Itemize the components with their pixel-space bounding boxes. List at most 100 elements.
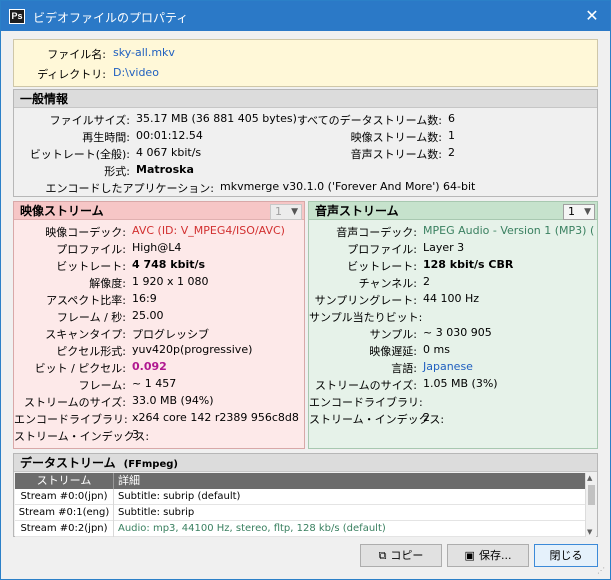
table-row[interactable]: Stream #0:1(eng) Subtitle: subrip <box>15 505 586 521</box>
video-codec-label: 映像コーデック: <box>45 226 126 239</box>
data-streams-header: データストリーム (FFmpeg) <box>14 454 597 472</box>
scan-type-label: スキャンタイプ: <box>45 328 126 341</box>
resize-grip-icon[interactable]: ⋰ <box>597 566 607 576</box>
all-streams-value: 6 <box>448 112 455 125</box>
audio-stream-size-value: 1.05 MB (3%) <box>423 377 498 390</box>
audio-stream-selector[interactable]: 1 ▼ <box>563 204 595 220</box>
resolution-value: 1 920 x 1 080 <box>132 275 209 288</box>
save-icon: ▣ <box>464 549 475 562</box>
aspect-ratio-value: 16:9 <box>132 292 157 305</box>
sampling-rate-label: サンプリングレート: <box>314 294 417 307</box>
data-streams-subtitle: (FFmpeg) <box>123 459 178 470</box>
audio-stream-section: 音声ストリーム 1 ▼ 音声コーデック: MPEG Audio - Versio… <box>308 201 598 449</box>
file-size-label: ファイルサイズ: <box>49 114 130 127</box>
stream-id-cell: Stream #0:2(jpn) <box>15 521 114 537</box>
stream-detail-cell: Audio: mp3, 44100 Hz, stereo, fltp, 128 … <box>118 523 386 534</box>
chevron-down-icon: ▼ <box>291 207 298 217</box>
frames-label: フレーム: <box>78 379 126 392</box>
bits-per-pixel-label: ビット / ピクセル: <box>34 362 126 375</box>
file-size-value: 35.17 MB (36 881 405 bytes) <box>136 112 297 125</box>
directory-label: ディレクトリ: <box>37 68 106 81</box>
frame-rate-label: フレーム / 秒: <box>56 311 126 324</box>
audio-codec-label: 音声コーデック: <box>336 226 417 239</box>
video-profile-value: High@L4 <box>132 241 182 254</box>
scroll-down-icon[interactable]: ▼ <box>587 528 592 536</box>
table-header: ストリーム 詳細 <box>15 473 586 489</box>
audio-stream-selector-value: 1 <box>568 205 575 218</box>
frame-rate-value: 25.00 <box>132 309 164 322</box>
audio-codec-value: MPEG Audio - Version 1 (MP3) (ID: ... <box>423 224 595 237</box>
stream-id-cell: Stream #0:0(jpn) <box>15 489 114 505</box>
sampling-rate-value: 44 100 Hz <box>423 292 480 305</box>
pixel-format-label: ピクセル形式: <box>56 345 126 358</box>
video-stream-header: 映像ストリーム <box>14 202 304 220</box>
video-delay-value: 0 ms <box>423 343 450 356</box>
all-streams-label: すべてのデータストリーム数: <box>296 114 442 127</box>
column-header-detail[interactable]: 詳細 <box>118 473 140 489</box>
video-delay-label: 映像遅延: <box>369 345 417 358</box>
format-value: Matroska <box>136 163 194 176</box>
stream-id-cell: Stream #0:1(eng) <box>15 505 114 521</box>
bits-per-pixel-value: 0.092 <box>132 360 167 373</box>
audio-bitrate-value: 128 kbit/s CBR <box>423 258 514 271</box>
samples-value: ~ 3 030 905 <box>423 326 492 339</box>
overall-bitrate-value: 4 067 kbit/s <box>136 146 202 159</box>
copy-button[interactable]: ⧉ コピー <box>360 544 442 567</box>
audio-profile-value: Layer 3 <box>423 241 465 254</box>
audio-stream-header: 音声ストリーム <box>309 202 597 220</box>
video-codec-value: AVC (ID: V_MPEG4/ISO/AVC) <box>132 224 285 237</box>
video-profile-label: プロファイル: <box>56 243 126 256</box>
save-button[interactable]: ▣ 保存... <box>447 544 529 567</box>
channels-label: チャンネル: <box>358 277 417 290</box>
aspect-ratio-label: アスペクト比率: <box>46 294 126 307</box>
samples-label: サンプル: <box>369 328 417 341</box>
video-stream-size-label: ストリームのサイズ: <box>23 396 126 409</box>
audio-stream-index-label: ストリーム・インデックス: <box>309 413 445 426</box>
app-icon: Ps <box>9 9 25 24</box>
file-name-value: sky-all.mkv <box>113 46 175 59</box>
pixel-format-value: yuv420p(progressive) <box>132 343 253 356</box>
channels-value: 2 <box>423 275 430 288</box>
video-streams-label: 映像ストリーム数: <box>350 131 442 144</box>
audio-stream-title: 音声ストリーム <box>315 204 399 218</box>
scroll-up-icon[interactable]: ▲ <box>587 474 592 482</box>
close-button[interactable]: 閉じる <box>534 544 598 567</box>
audio-bitrate-label: ビットレート: <box>347 260 417 273</box>
table-row[interactable]: Stream #0:0(jpn) Subtitle: subrip (defau… <box>15 489 586 505</box>
format-label: 形式: <box>104 165 130 178</box>
video-streams-value: 1 <box>448 129 455 142</box>
overall-bitrate-label: ビットレート(全般): <box>29 148 130 161</box>
table-scrollbar[interactable]: ▲ ▼ <box>585 473 596 537</box>
column-header-stream[interactable]: ストリーム <box>15 473 114 489</box>
scan-type-value: プログレッシブ <box>132 328 209 341</box>
scroll-thumb[interactable] <box>588 485 595 505</box>
video-encoder-library-label: エンコードライブラリ: <box>14 413 128 426</box>
stream-detail-cell: Subtitle: subrip <box>118 507 195 518</box>
video-bitrate-label: ビットレート: <box>56 260 126 273</box>
encoding-app-label: エンコードしたアプリケーション: <box>45 182 215 195</box>
close-button-label: 閉じる <box>549 549 583 562</box>
copy-button-label: コピー <box>390 549 424 562</box>
close-icon[interactable]: ✕ <box>582 6 602 26</box>
video-bitrate-value: 4 748 kbit/s <box>132 258 206 271</box>
bits-per-sample-label: サンプル当たりビット: <box>309 311 423 324</box>
title-bar[interactable]: Ps ビデオファイルのプロパティ ✕ <box>1 1 610 31</box>
file-info-box: ファイル名: sky-all.mkv ディレクトリ: D:\video <box>13 39 598 87</box>
video-stream-title: 映像ストリーム <box>20 204 104 218</box>
table-row[interactable]: Stream #0:2(jpn) Audio: mp3, 44100 Hz, s… <box>15 521 586 537</box>
directory-value[interactable]: D:\video <box>113 66 159 79</box>
video-stream-index-value: 3 <box>132 428 139 441</box>
data-streams-section: データストリーム (FFmpeg) ストリーム 詳細 Stream #0:0(jp… <box>13 453 598 537</box>
duration-value: 00:01:12.54 <box>136 129 203 142</box>
stream-detail-cell: Subtitle: subrip (default) <box>118 491 241 502</box>
general-info-header: 一般情報 <box>14 90 597 108</box>
duration-label: 再生時間: <box>82 131 130 144</box>
file-name-label: ファイル名: <box>47 48 106 61</box>
video-stream-size-value: 33.0 MB (94%) <box>132 394 214 407</box>
properties-window: Ps ビデオファイルのプロパティ ✕ ファイル名: sky-all.mkv ディ… <box>0 0 611 580</box>
window-title: ビデオファイルのプロパティ <box>33 11 189 25</box>
video-stream-selector[interactable]: 1 ▼ <box>270 204 302 220</box>
audio-stream-index-value: 2 <box>423 411 430 424</box>
audio-profile-label: プロファイル: <box>347 243 417 256</box>
chevron-down-icon: ▼ <box>584 207 591 217</box>
